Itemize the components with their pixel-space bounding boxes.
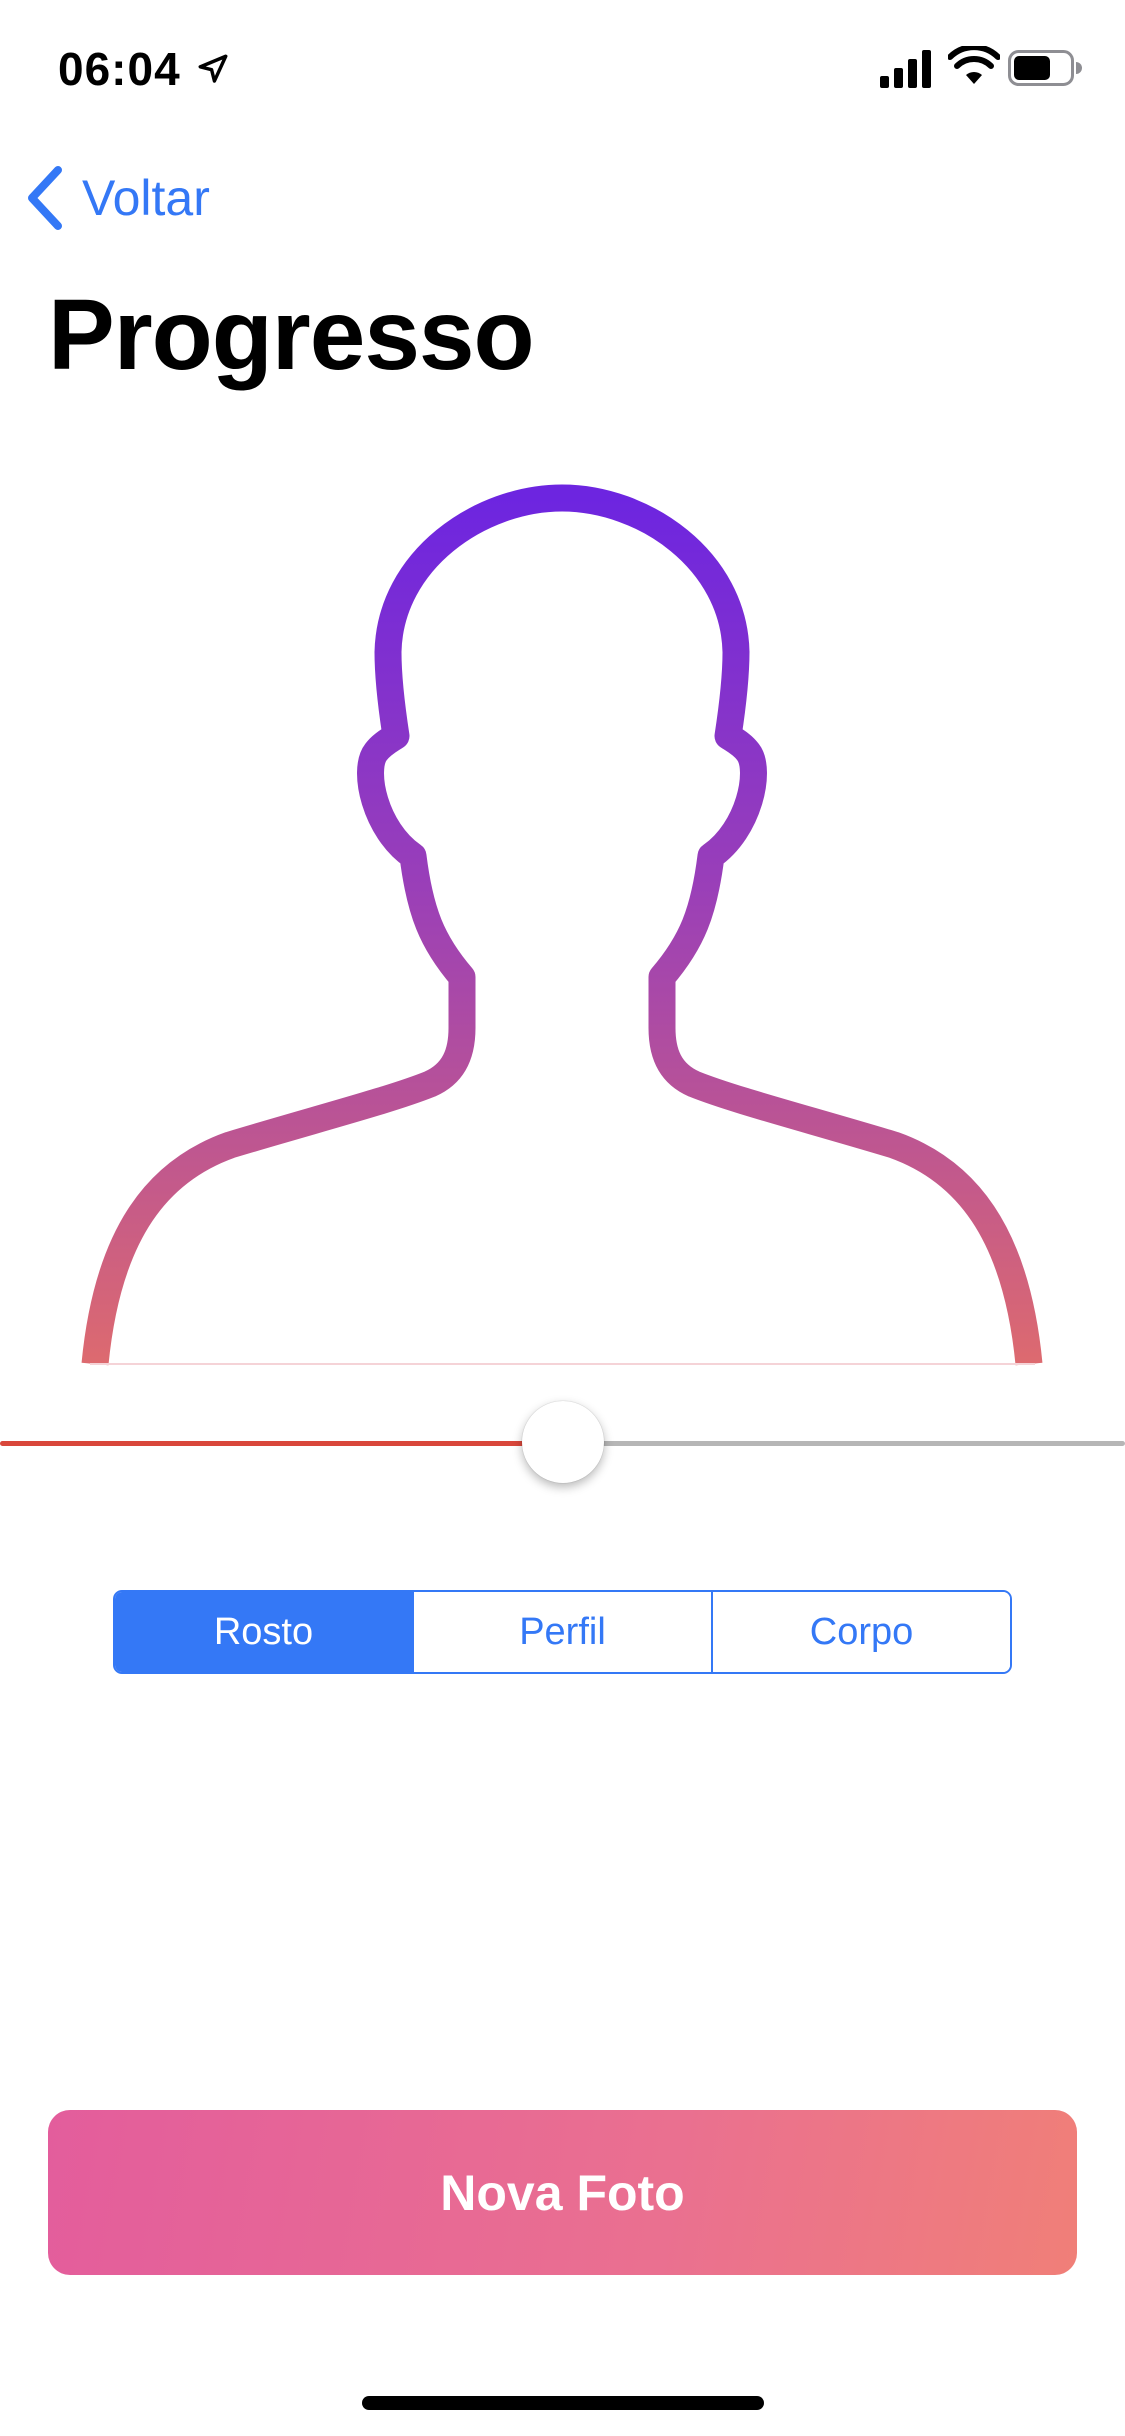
battery-icon: [1008, 50, 1082, 86]
back-label: Voltar: [82, 170, 210, 226]
status-bar: 06:04: [0, 0, 1125, 140]
person-silhouette-icon: [81, 484, 1043, 1366]
status-time: 06:04: [58, 43, 181, 95]
segment-corpo[interactable]: Corpo: [711, 1592, 1010, 1672]
segment-perfil[interactable]: Perfil: [412, 1592, 711, 1672]
segmented-control: Rosto Perfil Corpo: [113, 1590, 1012, 1674]
back-button[interactable]: Voltar: [24, 162, 210, 234]
progress-slider[interactable]: [0, 1395, 1125, 1491]
slider-thumb[interactable]: [521, 1401, 604, 1483]
home-indicator: [362, 2396, 764, 2410]
page-title: Progresso: [48, 279, 535, 391]
slider-track-empty: [562, 1441, 1125, 1446]
location-arrow-icon: [198, 54, 228, 83]
segment-rosto[interactable]: Rosto: [115, 1592, 412, 1672]
chevron-left-icon: [28, 166, 62, 230]
slider-track-filled: [0, 1441, 563, 1446]
wifi-icon: [948, 46, 1000, 84]
new-photo-button[interactable]: Nova Foto: [48, 2110, 1077, 2275]
cellular-signal-icon: [880, 50, 931, 88]
